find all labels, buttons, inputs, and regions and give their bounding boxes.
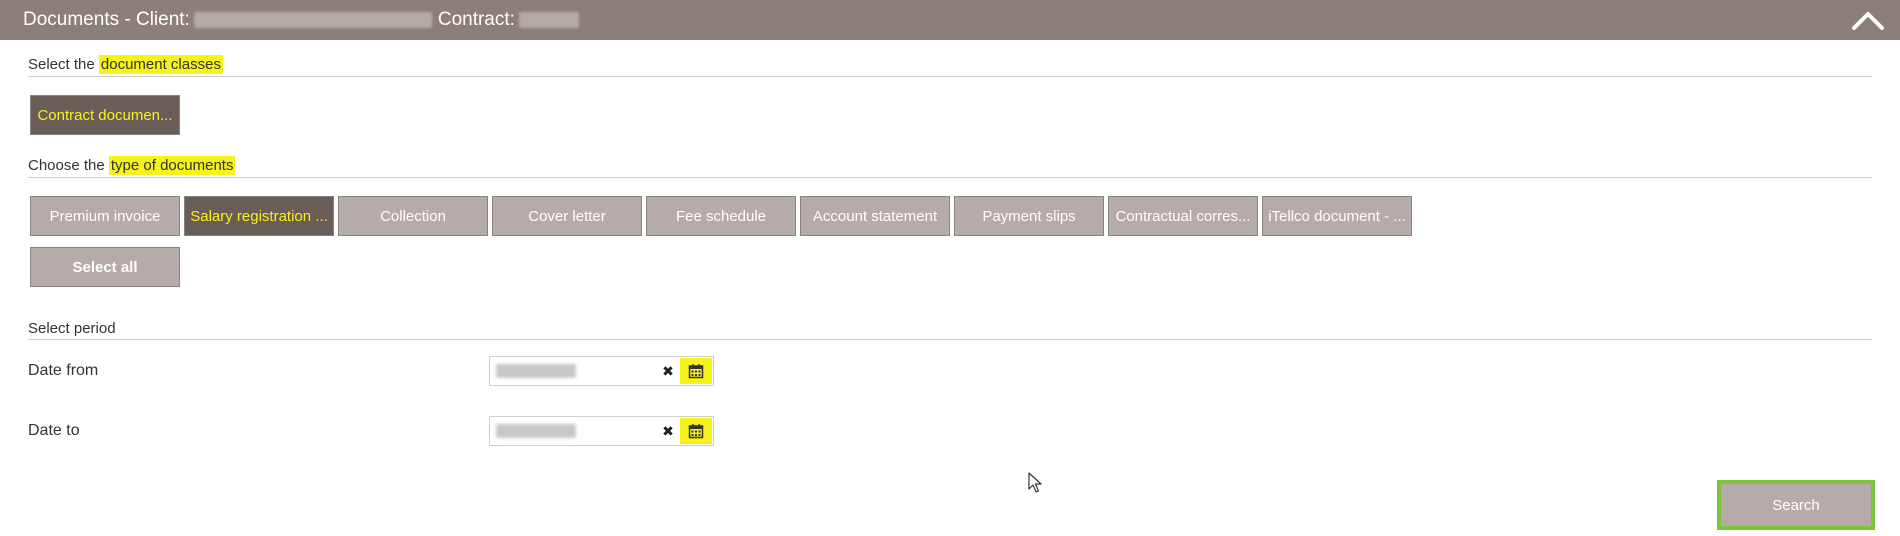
contract-number-redacted — [518, 12, 579, 28]
period-divider — [28, 339, 1872, 340]
panel-header: Documents - Client: Contract: — [0, 0, 1900, 40]
type-button-cover-letter[interactable]: Cover letter — [492, 196, 642, 236]
client-name-redacted — [193, 12, 432, 28]
date-from-label: Date from — [28, 362, 99, 379]
search-button[interactable]: Search — [1721, 484, 1871, 526]
date-to-value-redacted — [496, 424, 576, 438]
header-title-prefix: Documents - Client: — [23, 9, 190, 30]
chevron-up-icon — [1852, 12, 1884, 30]
calendar-icon — [688, 424, 704, 439]
date-from-value-redacted — [496, 364, 576, 378]
type-button-collection[interactable]: Collection — [338, 196, 488, 236]
classes-section-title: Select the document classes — [28, 55, 223, 74]
date-from-field[interactable]: ✖ — [489, 356, 714, 386]
search-button-focus-ring: Search — [1717, 480, 1875, 530]
types-title-highlight: type of documents — [108, 156, 236, 175]
type-button-fee-schedule[interactable]: Fee schedule — [646, 196, 796, 236]
calendar-button[interactable] — [680, 418, 712, 444]
type-button-payment-slips[interactable]: Payment slips — [954, 196, 1104, 236]
classes-divider — [28, 76, 1872, 77]
date-to-field[interactable]: ✖ — [489, 416, 714, 446]
types-section-title: Choose the type of documents — [28, 156, 236, 175]
clear-icon[interactable]: ✖ — [658, 421, 678, 441]
clear-icon[interactable]: ✖ — [658, 361, 678, 381]
mouse-cursor-icon — [1028, 472, 1042, 493]
types-divider — [28, 177, 1872, 178]
type-button-contractual-correspondence[interactable]: Contractual corres... — [1108, 196, 1258, 236]
type-button-salary-registration[interactable]: Salary registration ... — [184, 196, 334, 236]
type-button-itellco-document[interactable]: iTellco document - ... — [1262, 196, 1412, 236]
header-contract-label: Contract: — [437, 9, 515, 30]
calendar-button[interactable] — [680, 358, 712, 384]
calendar-icon — [688, 364, 704, 379]
type-button-account-statement[interactable]: Account statement — [800, 196, 950, 236]
period-section-title: Select period — [28, 320, 116, 337]
collapse-button[interactable] — [1850, 6, 1886, 34]
date-to-label: Date to — [28, 422, 80, 439]
select-all-button[interactable]: Select all — [30, 247, 180, 287]
classes-title-highlight: document classes — [98, 55, 223, 74]
class-button-contract-documents[interactable]: Contract documen... — [30, 95, 180, 135]
type-button-premium-invoice[interactable]: Premium invoice — [30, 196, 180, 236]
